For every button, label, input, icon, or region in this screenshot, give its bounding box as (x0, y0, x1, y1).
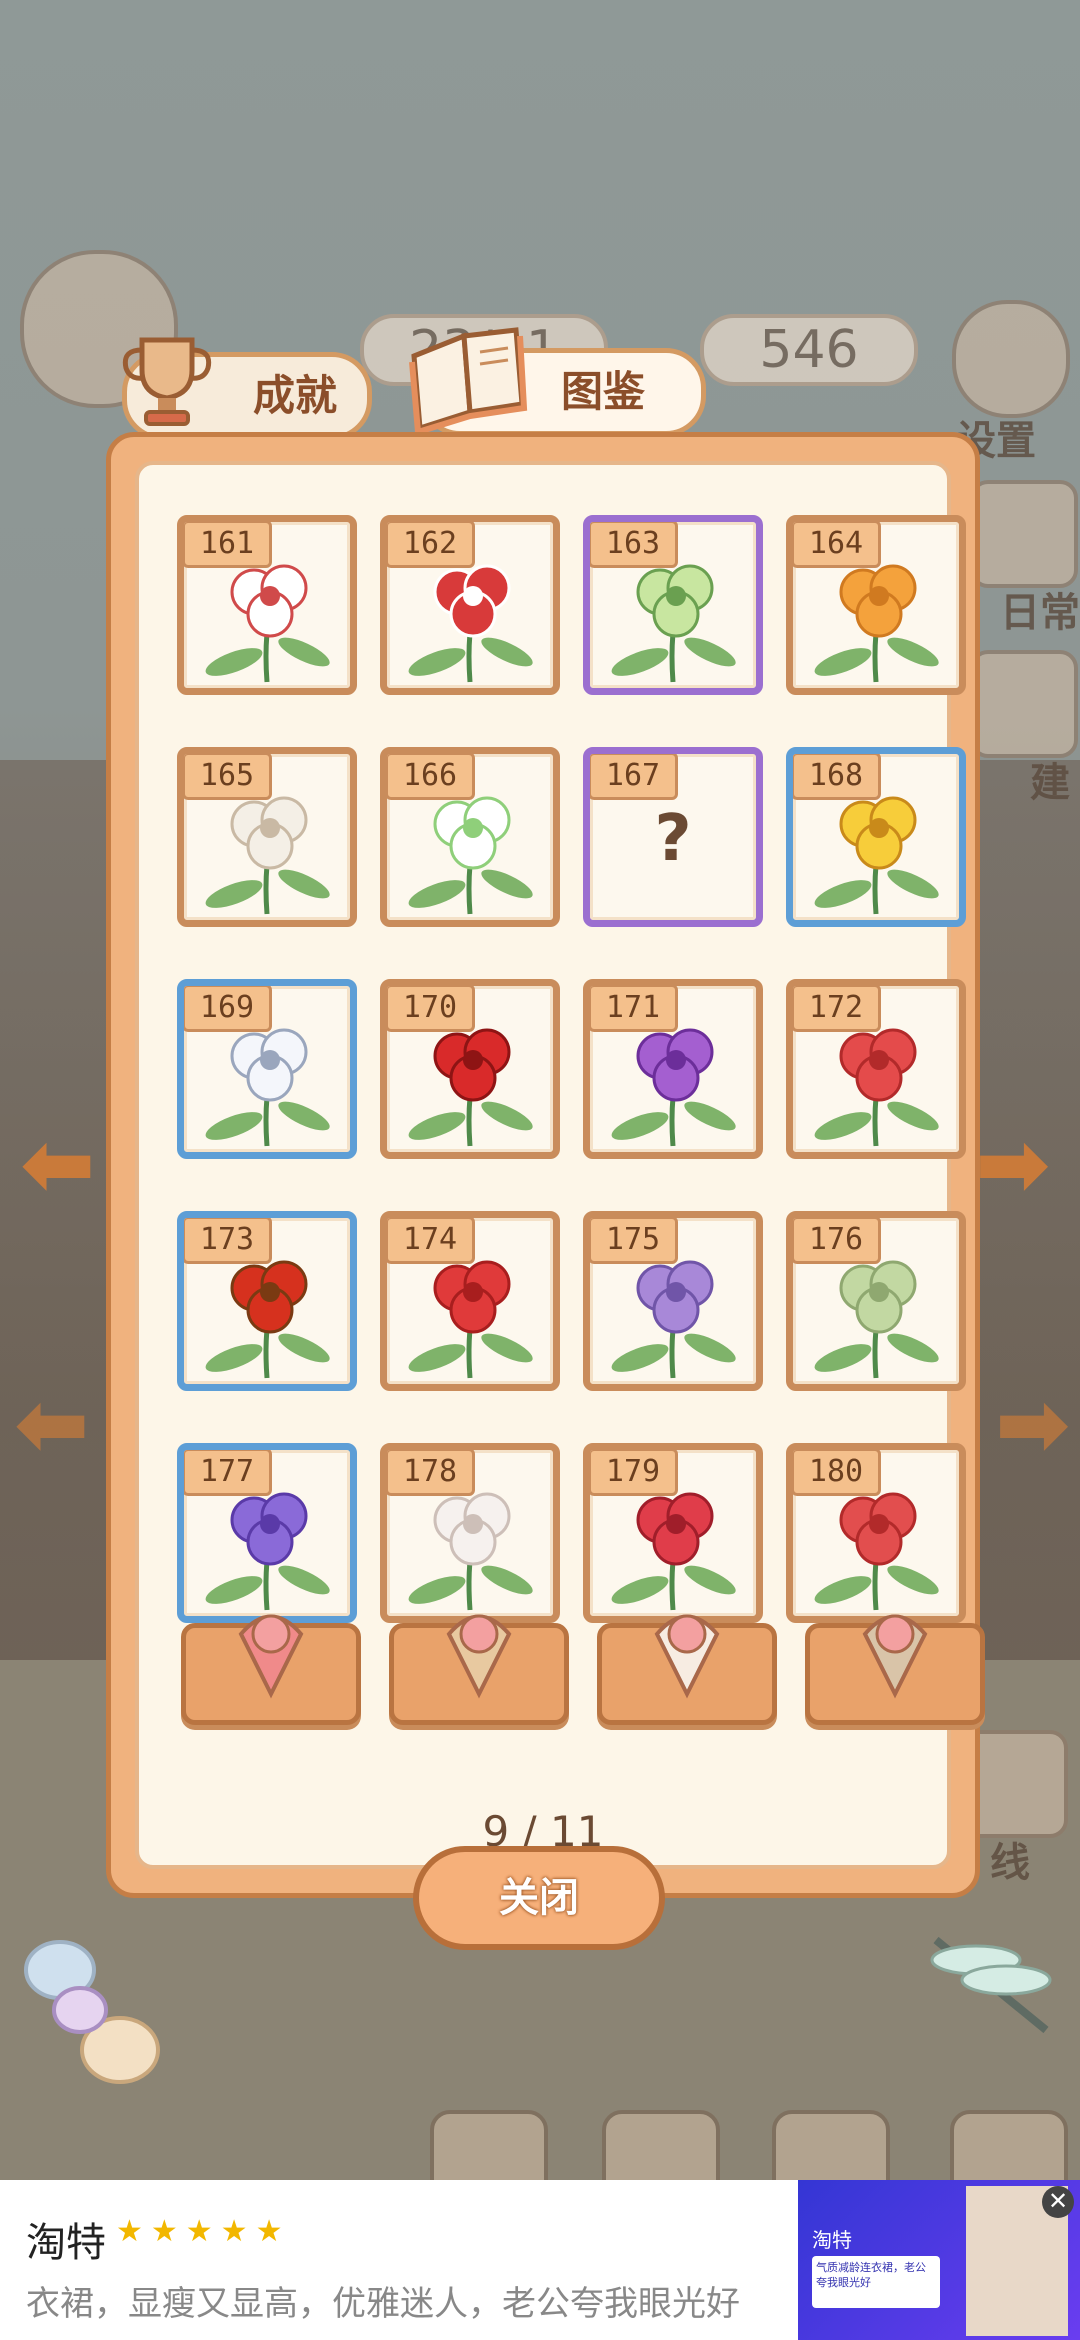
catalog-panel-inner: 161 162 163 164 165 166 167? 168 169 170 171 172 173… (135, 461, 985, 1869)
daily-icon[interactable] (970, 480, 1078, 588)
flower-grid: 161 162 163 164 165 166 167? 168 169 170 171 172 173… (177, 515, 966, 1623)
photo-card-icon (862, 1614, 928, 1699)
right-arrow-icon[interactable]: ➡ (975, 1120, 1050, 1210)
tab-achievement-label: 成就 (253, 371, 338, 420)
ad-banner[interactable]: 淘特 ★★★★★ 衣裙，显瘦又显高，优雅迷人，老公夸我眼光好 淘特 气质减龄连衣… (0, 2180, 1080, 2340)
flower-card[interactable]: 162 (380, 515, 560, 695)
flower-card[interactable]: 165 (177, 747, 357, 927)
flower-card-number: 180 (793, 1450, 881, 1496)
flower-card-number: 173 (184, 1218, 272, 1264)
ad-description: 衣裙，显瘦又显高，优雅迷人，老公夸我眼光好 (26, 2284, 740, 2324)
flower-card[interactable]: 172 (786, 979, 966, 1159)
left-arrow-secondary-icon[interactable]: ⬅ (14, 1380, 89, 1470)
flower-card-number: 176 (793, 1218, 881, 1264)
build-label: 建 (1030, 760, 1070, 806)
flower-card-number: 167 (590, 754, 678, 800)
ad-close-icon[interactable]: ✕ (1042, 2186, 1074, 2218)
flower-card[interactable]: 164 (786, 515, 966, 695)
flower-card[interactable]: 171 (583, 979, 763, 1159)
flower-bouquet-icon (446, 1614, 512, 1699)
flower-card-number: 174 (387, 1218, 475, 1264)
book-icon (409, 327, 528, 436)
flower-card[interactable]: 163 (583, 515, 763, 695)
flower-card-number: 170 (387, 986, 475, 1032)
flower-card-number: 171 (590, 986, 678, 1032)
flower-card[interactable]: 167? (583, 747, 763, 927)
catalog-panel: 161 162 163 164 165 166 167? 168 169 170 171 172 173… (106, 432, 985, 1898)
flower-card-number: 162 (387, 522, 475, 568)
ad-title: 淘特 (26, 2220, 106, 2266)
flower-card-number: 172 (793, 986, 881, 1032)
ad-image[interactable]: 淘特 气质减龄连衣裙，老公夸我眼光好 ✕ (798, 2180, 1080, 2340)
cheese-counter-value: 546 (759, 320, 859, 380)
flower-card-number: 178 (387, 1450, 475, 1496)
close-button[interactable]: 关闭 (413, 1846, 665, 1950)
flower-card[interactable]: 169 (177, 979, 357, 1159)
bouquet-tab-flower-bouquet[interactable] (389, 1614, 569, 1725)
flower-card-number: 169 (184, 986, 272, 1032)
cheese-counter: 546 (700, 314, 918, 386)
bouquet-tab-rose-bouquet[interactable] (181, 1614, 361, 1725)
trophy-icon (122, 337, 212, 426)
left-arrow-icon[interactable]: ⬅ (20, 1120, 95, 1210)
settings-gear-icon[interactable] (952, 300, 1070, 418)
flower-card-number: 161 (184, 522, 272, 568)
ad-image-brand: 淘特 (812, 2228, 852, 2252)
flower-card-number: 177 (184, 1450, 272, 1496)
ad-image-text: 气质减龄连衣裙，老公夸我眼光好 (812, 2256, 940, 2308)
dragonfly-icon (930, 1936, 1052, 2034)
build-hammer-icon[interactable] (970, 650, 1078, 758)
flower-card-number: 163 (590, 522, 678, 568)
flower-card-number: 164 (793, 522, 881, 568)
flower-card-number: 179 (590, 1450, 678, 1496)
daily-label: 日常 (1000, 590, 1080, 636)
tab-catalog-label: 图鉴 (561, 367, 646, 416)
flower-card-number: 165 (184, 754, 272, 800)
flower-card[interactable]: 166 (380, 747, 560, 927)
bouquet-tab-paper-wrap[interactable] (597, 1614, 777, 1725)
flower-card[interactable]: 173 (177, 1211, 357, 1391)
bouquet-tab-photo-card[interactable] (805, 1614, 985, 1725)
paper-wrap-icon (654, 1614, 720, 1699)
rose-bouquet-icon (238, 1614, 304, 1699)
bouquet-category-row (181, 1614, 985, 1725)
flower-card-number: 168 (793, 754, 881, 800)
right-arrow-secondary-icon[interactable]: ➡ (995, 1380, 1070, 1470)
butterfly-icon (24, 1940, 160, 2084)
ad-rating-stars-icon: ★★★★★ (116, 2214, 291, 2249)
flower-card[interactable]: 174 (380, 1211, 560, 1391)
flower-card[interactable]: 161 (177, 515, 357, 695)
flower-card-number: 166 (387, 754, 475, 800)
flower-card[interactable]: 175 (583, 1211, 763, 1391)
flower-card[interactable]: 176 (786, 1211, 966, 1391)
unknown-flower-mark: ? (654, 802, 692, 876)
flower-card[interactable]: 170 (380, 979, 560, 1159)
flower-card-number: 175 (590, 1218, 678, 1264)
flower-card[interactable]: 168 (786, 747, 966, 927)
offline-label: 线 (990, 1840, 1030, 1886)
